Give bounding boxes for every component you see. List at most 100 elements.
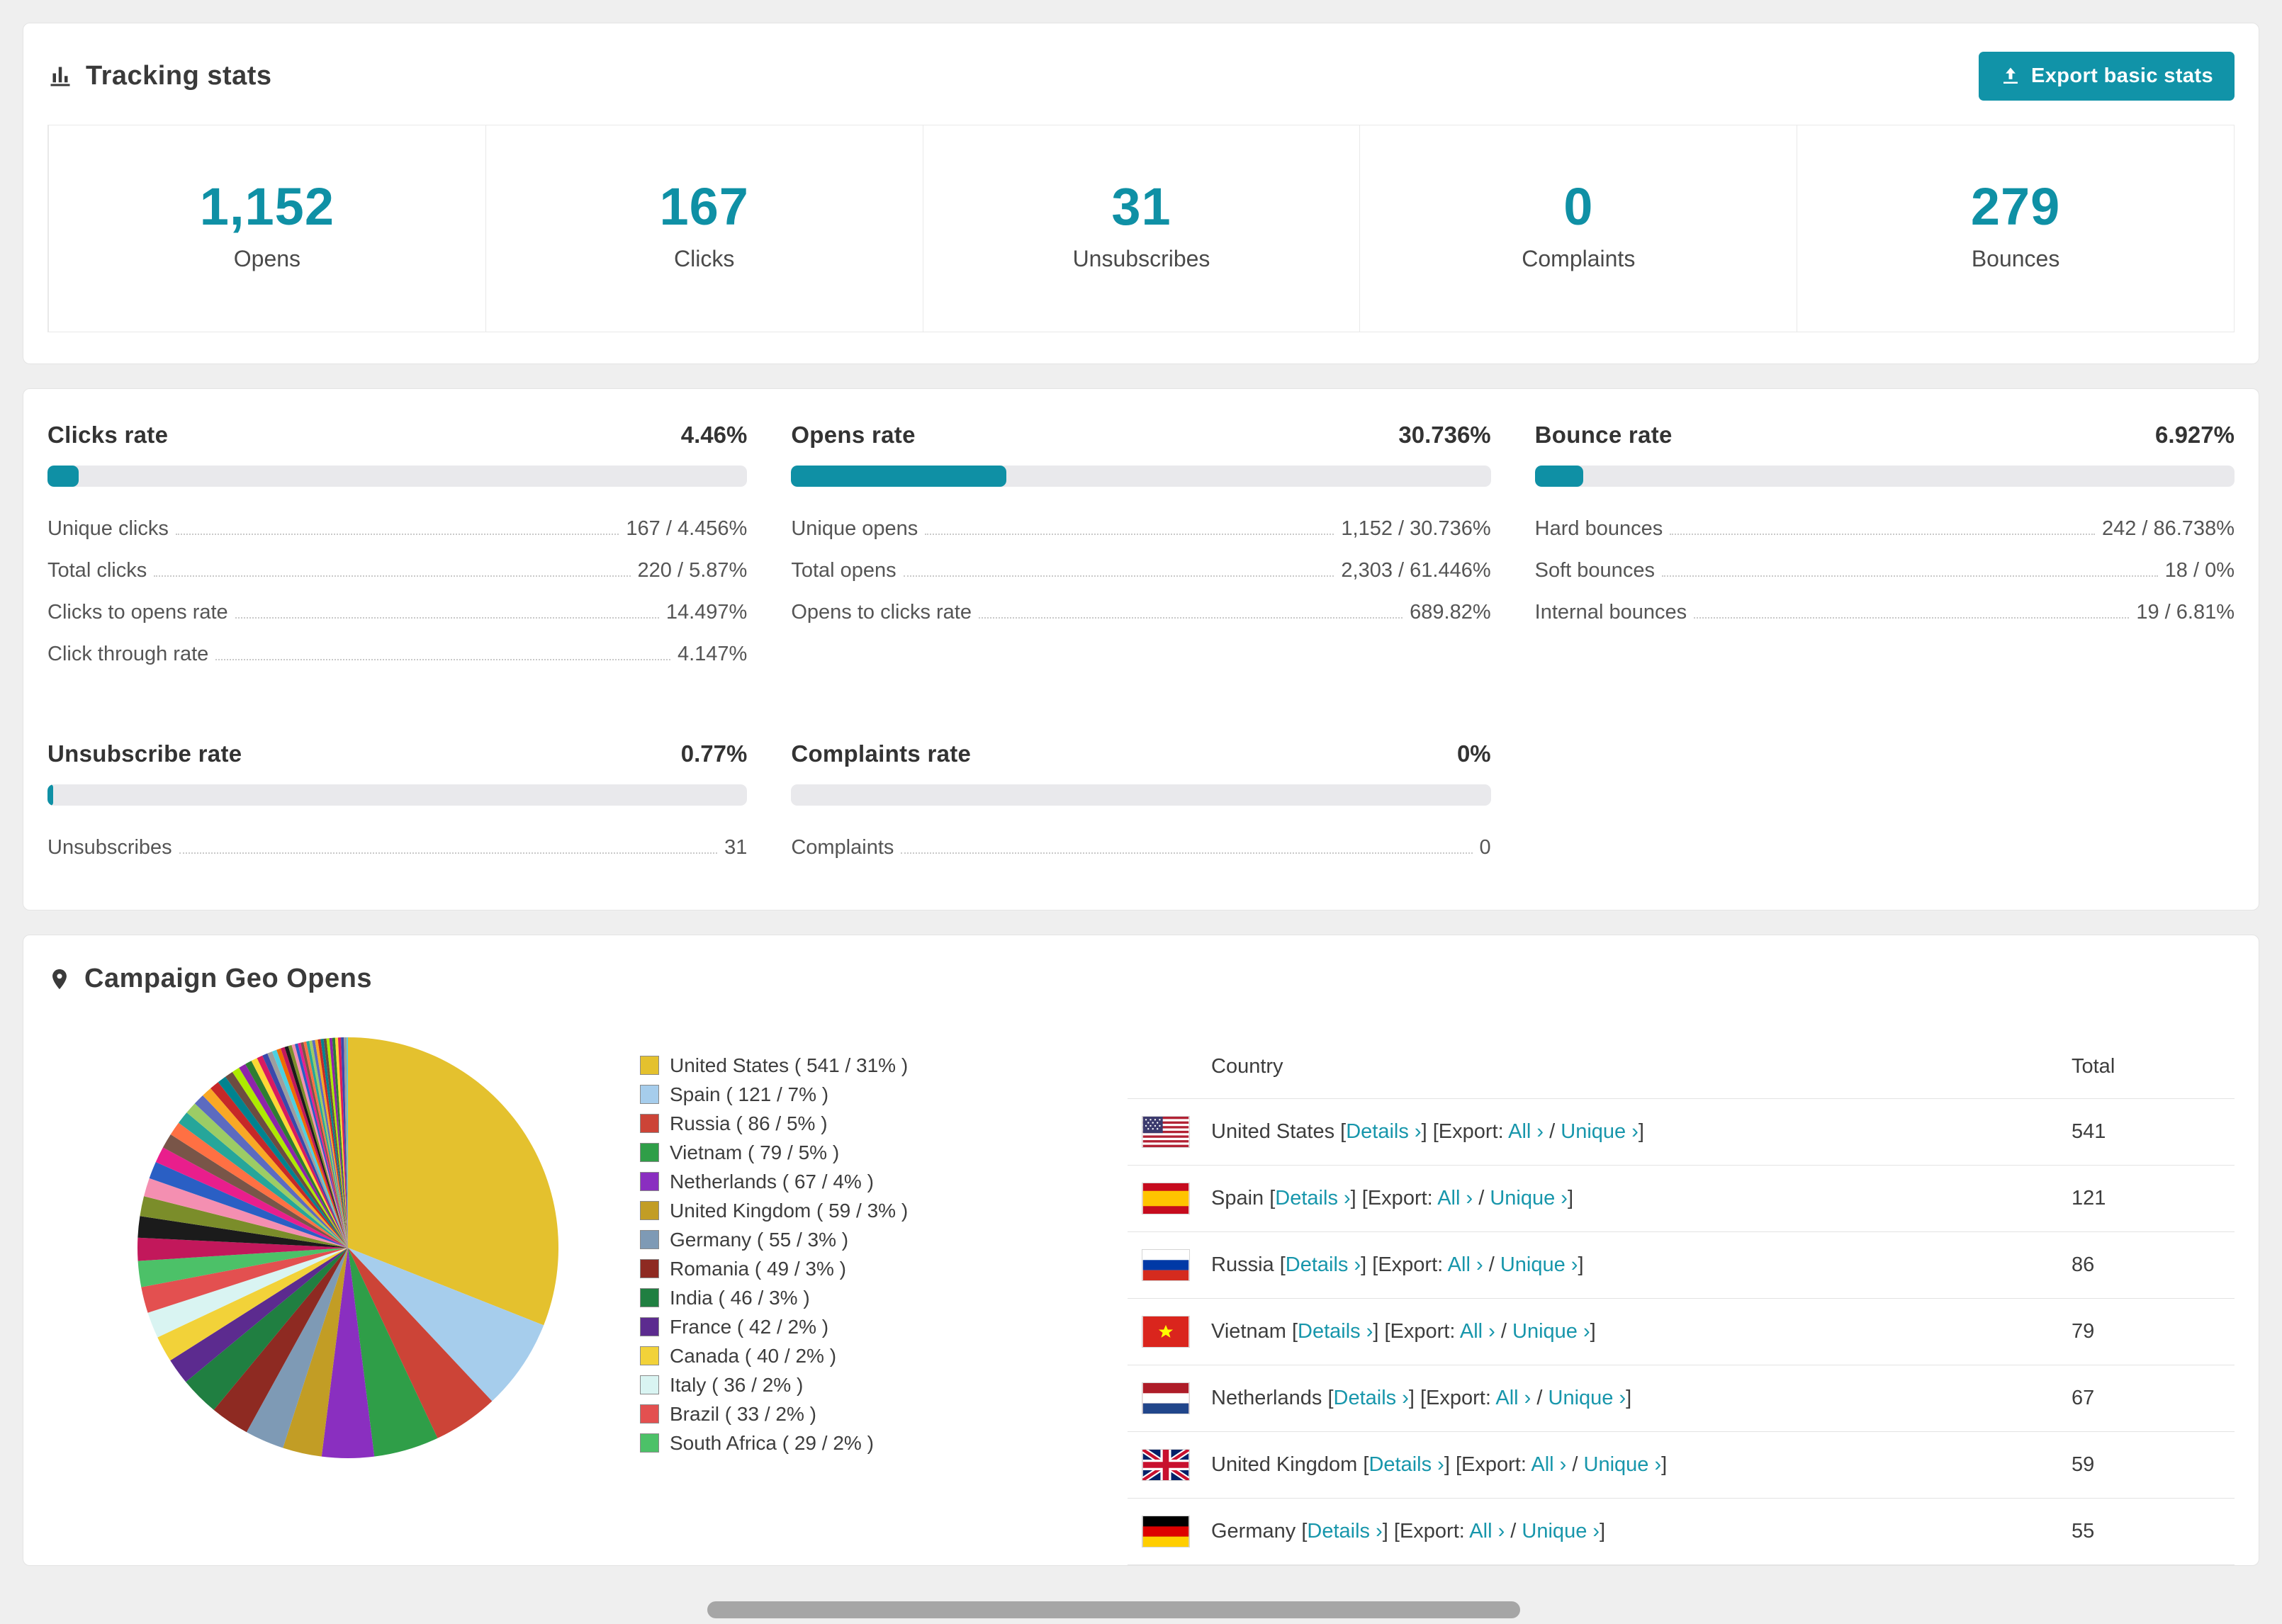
legend-swatch-icon <box>640 1259 659 1278</box>
rate-row-label: Click through rate <box>47 643 209 665</box>
legend-swatch-icon <box>640 1201 659 1220</box>
geo-title: Campaign Geo Opens <box>84 964 372 993</box>
country-total: 59 <box>2072 1453 2095 1476</box>
country-total: 79 <box>2072 1320 2095 1343</box>
export-unique-link[interactable]: Unique › <box>1512 1320 1590 1343</box>
export-all-link[interactable]: All › <box>1531 1453 1566 1476</box>
slash-separator: / <box>1478 1187 1485 1209</box>
geo-table-header: Country Total <box>1128 1035 2235 1099</box>
export-prefix: Export: <box>1367 1187 1433 1209</box>
clicks-rate-value: 4.46% <box>680 422 748 448</box>
rate-row: Complaints 0 <box>791 827 1490 869</box>
rate-row-label: Unique opens <box>791 517 918 540</box>
export-icon <box>2000 66 2021 87</box>
complaints-rate-value: 0% <box>1456 740 1491 767</box>
bracket: ] <box>1350 1187 1356 1209</box>
legend-item: Brazil ( 33 / 2% ) <box>640 1399 1008 1428</box>
export-unique-link[interactable]: Unique › <box>1561 1120 1639 1143</box>
legend-label: United States ( 541 / 31% ) <box>670 1054 909 1076</box>
legend-label: Canada ( 40 / 2% ) <box>670 1344 837 1367</box>
dotted-leader <box>903 575 1334 577</box>
opens-rate-value: 30.736% <box>1398 422 1491 448</box>
rate-row: Unique clicks 167 / 4.456% <box>47 508 747 550</box>
stat-value: 31 <box>1111 177 1171 236</box>
bounce-rate-progressbar <box>1534 466 2235 487</box>
legend-item: Canada ( 40 / 2% ) <box>640 1341 1008 1370</box>
legend-item: South Africa ( 29 / 2% ) <box>640 1428 1008 1457</box>
rate-row: Click through rate 4.147% <box>47 633 747 675</box>
dotted-leader <box>901 852 1473 854</box>
stat-label: Bounces <box>1971 246 2060 271</box>
details-link[interactable]: Details › <box>1275 1187 1350 1209</box>
export-prefix: Export: <box>1461 1453 1527 1476</box>
tracking-stats-page: Tracking stats Export basic stats 1,152 … <box>0 0 2282 1566</box>
horizontal-scrollbar[interactable] <box>707 1601 1520 1618</box>
rate-row-value: 1,152 / 30.736% <box>1341 517 1491 540</box>
dotted-leader <box>1694 617 2130 619</box>
geo-table-row: Vietnam [Details ›] [Export: All › / Uni… <box>1128 1299 2235 1365</box>
unsubscribe-rate-title: Unsubscribe rate <box>47 740 242 767</box>
bracket: ] <box>1408 1387 1415 1409</box>
export-basic-stats-button[interactable]: Export basic stats <box>1978 52 2235 101</box>
slash-separator: / <box>1500 1320 1507 1343</box>
rate-row-label: Unsubscribes <box>47 836 172 859</box>
bracket: ] <box>1600 1520 1606 1543</box>
dotted-leader <box>179 852 718 854</box>
rate-row: Internal bounces 19 / 6.81% <box>1535 592 2235 633</box>
legend-item: France ( 42 / 2% ) <box>640 1312 1008 1341</box>
dotted-leader <box>1661 575 2158 577</box>
unsubscribe-rate-rows: Unsubscribes 31 <box>47 827 747 869</box>
legend-label: United Kingdom ( 59 / 3% ) <box>670 1199 909 1222</box>
bounce-rate-title: Bounce rate <box>1534 422 1673 448</box>
geo-table-row: United Kingdom [Details ›] [Export: All … <box>1128 1432 2235 1499</box>
export-all-link[interactable]: All › <box>1460 1320 1495 1343</box>
page-title: Tracking stats <box>86 61 272 91</box>
export-unique-link[interactable]: Unique › <box>1490 1187 1568 1209</box>
details-link[interactable]: Details › <box>1368 1453 1444 1476</box>
export-all-link[interactable]: All › <box>1495 1387 1531 1409</box>
bounce-rate-rows: Hard bounces 242 / 86.738% Soft bounces … <box>1535 508 2235 633</box>
stat-box: 0 Complaints <box>1359 125 1797 332</box>
export-all-link[interactable]: All › <box>1508 1120 1544 1143</box>
dotted-leader <box>235 617 659 619</box>
details-link[interactable]: Details › <box>1334 1387 1409 1409</box>
slash-separator: / <box>1549 1120 1556 1143</box>
geo-table-body: United States [Details ›] [Export: All ›… <box>1128 1099 2235 1565</box>
country-flag-icon <box>1142 1116 1190 1148</box>
details-link[interactable]: Details › <box>1346 1120 1421 1143</box>
legend-item: Italy ( 36 / 2% ) <box>640 1370 1008 1399</box>
legend-label: Romania ( 49 / 3% ) <box>670 1257 846 1280</box>
clicks-rate-progressbar <box>47 466 748 487</box>
export-unique-link[interactable]: Unique › <box>1584 1453 1662 1476</box>
tracking-stats-card: Tracking stats Export basic stats 1,152 … <box>23 23 2259 364</box>
export-all-link[interactable]: All › <box>1469 1520 1505 1543</box>
details-link[interactable]: Details › <box>1307 1520 1382 1543</box>
export-all-link[interactable]: All › <box>1437 1187 1473 1209</box>
rate-row-value: 689.82% <box>1410 601 1491 624</box>
complaints-rate-rows: Complaints 0 <box>791 827 1490 869</box>
rate-row: Total opens 2,303 / 61.446% <box>791 550 1490 592</box>
stat-box: 31 Unsubscribes <box>922 125 1360 332</box>
details-link[interactable]: Details › <box>1298 1320 1373 1343</box>
legend-swatch-icon <box>640 1085 659 1104</box>
stat-label: Unsubscribes <box>1072 246 1210 271</box>
legend-swatch-icon <box>640 1114 659 1133</box>
export-all-link[interactable]: All › <box>1448 1253 1483 1276</box>
clicks-rate-rows: Unique clicks 167 / 4.456% Total clicks … <box>47 508 747 675</box>
complaints-rate-block: Complaints rate 0% Complaints 0 <box>791 740 1491 869</box>
stat-value: 167 <box>659 177 749 236</box>
legend-label: South Africa ( 29 / 2% ) <box>670 1431 874 1454</box>
opens-rate-progressbar <box>791 466 1491 487</box>
country-flag-icon <box>1142 1516 1190 1547</box>
legend-swatch-icon <box>640 1230 659 1249</box>
legend-item: United Kingdom ( 59 / 3% ) <box>640 1196 1008 1225</box>
export-unique-link[interactable]: Unique › <box>1522 1520 1600 1543</box>
rate-row: Opens to clicks rate 689.82% <box>791 592 1490 633</box>
bracket: [ <box>1393 1520 1400 1543</box>
export-unique-link[interactable]: Unique › <box>1548 1387 1626 1409</box>
details-link[interactable]: Details › <box>1286 1253 1361 1276</box>
country-name: Spain <box>1211 1187 1264 1209</box>
opens-rate-rows: Unique opens 1,152 / 30.736% Total opens… <box>791 508 1490 633</box>
rate-row-label: Total clicks <box>47 559 147 582</box>
export-unique-link[interactable]: Unique › <box>1500 1253 1578 1276</box>
